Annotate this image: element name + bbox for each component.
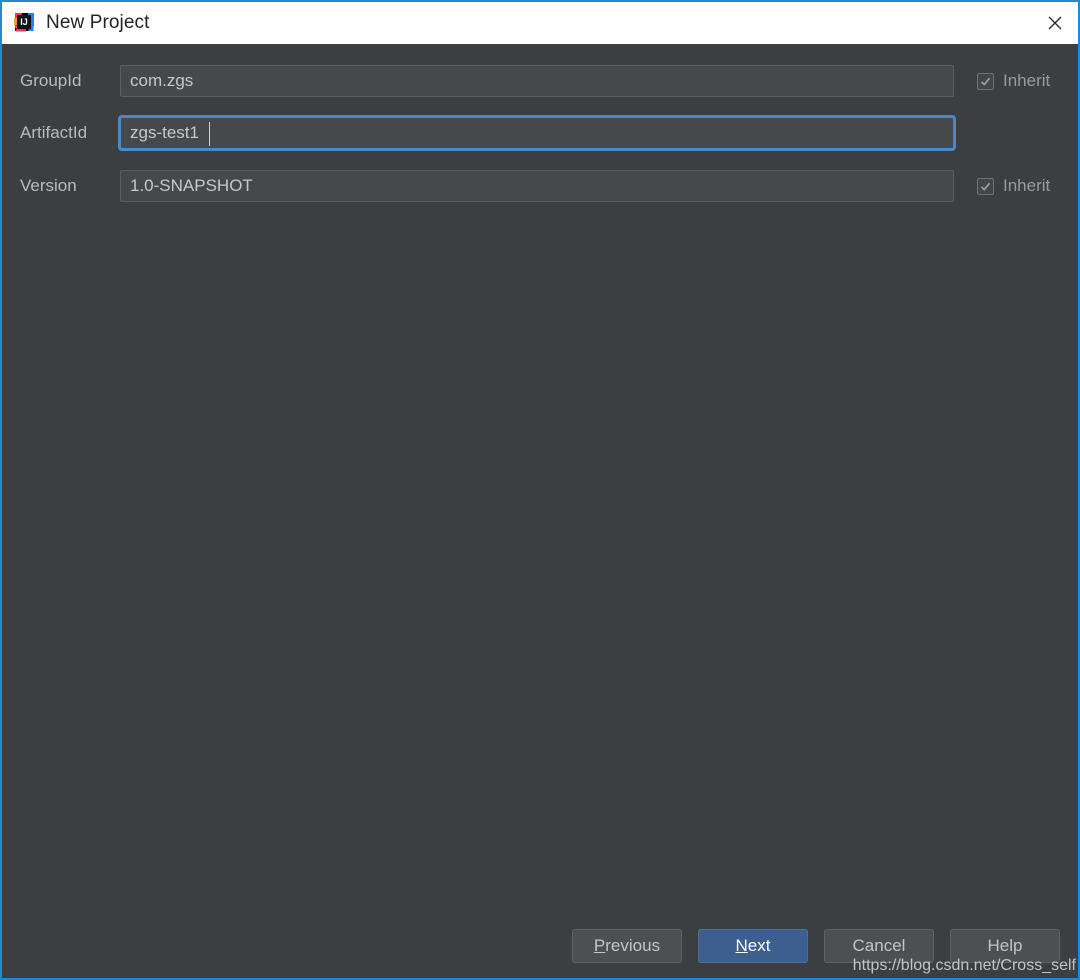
window-title: New Project — [46, 12, 150, 33]
version-inherit-label: Inherit — [1003, 176, 1051, 195]
new-project-dialog: IJ New Project GroupId I — [0, 0, 1080, 980]
groupid-inherit-checkbox[interactable] — [977, 72, 994, 90]
previous-label-rest: revious — [605, 936, 661, 955]
version-inherit-group[interactable]: Inherit — [977, 170, 1050, 202]
text-caret — [209, 122, 210, 146]
svg-text:IJ: IJ — [20, 17, 28, 27]
close-icon[interactable] — [1032, 2, 1078, 44]
form-row-groupid: GroupId Inherit — [2, 65, 1078, 97]
groupid-input[interactable] — [120, 65, 954, 97]
next-label-rest: ext — [747, 936, 771, 955]
help-button[interactable]: Help — [950, 929, 1060, 963]
title-bar: IJ New Project — [2, 2, 1078, 44]
version-inherit-checkbox[interactable] — [977, 177, 994, 195]
intellij-idea-icon: IJ — [14, 12, 36, 34]
version-input[interactable] — [120, 170, 954, 202]
next-button[interactable]: Next — [698, 929, 808, 963]
form-row-version: Version Inherit — [2, 170, 1078, 202]
form-row-artifactid: ArtifactId — [2, 115, 1078, 151]
artifactid-input[interactable] — [118, 115, 956, 151]
dialog-body: GroupId Inherit ArtifactId — [2, 44, 1078, 978]
groupid-inherit-label: Inherit — [1003, 71, 1051, 90]
previous-button[interactable]: Previous — [572, 929, 682, 963]
previous-mnemonic: P — [593, 936, 606, 955]
cancel-button[interactable]: Cancel — [824, 929, 934, 963]
next-mnemonic: N — [735, 936, 748, 955]
groupid-inherit-group[interactable]: Inherit — [977, 65, 1050, 97]
